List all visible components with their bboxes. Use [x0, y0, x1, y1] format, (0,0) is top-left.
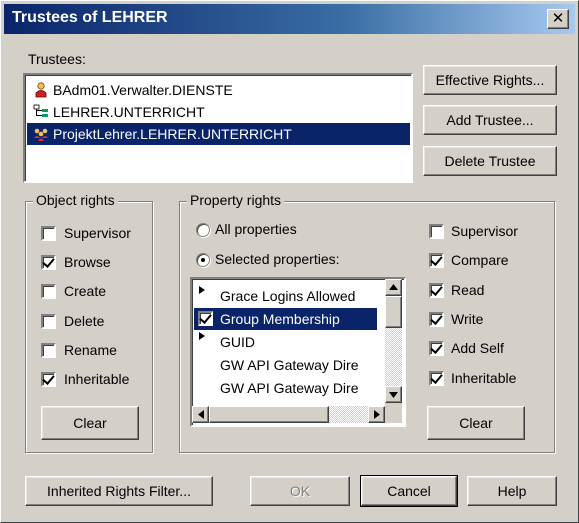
object-rename-checkbox[interactable] [41, 343, 56, 358]
property-supervisor-label: Supervisor [451, 223, 518, 239]
object-browse-checkbox[interactable] [41, 255, 56, 270]
property-inheritable-label: Inheritable [451, 370, 517, 386]
arrow-left-icon [198, 410, 204, 419]
property-write-checkbox[interactable] [429, 312, 444, 327]
object-browse-label: Browse [64, 254, 111, 270]
property-name: Group Membership [220, 311, 340, 327]
arrow-right-icon [374, 410, 380, 419]
property-item[interactable]: GUID [194, 331, 377, 353]
object-supervisor-checkbox[interactable] [41, 226, 56, 241]
object-supervisor-label: Supervisor [64, 225, 131, 241]
selected-properties-radio[interactable] [196, 253, 210, 267]
close-button[interactable]: ✕ [547, 9, 569, 29]
no-rights-marker-icon [199, 332, 205, 340]
object-inheritable-label: Inheritable [64, 371, 130, 387]
selected-properties-label: Selected properties: [215, 251, 340, 267]
property-read-label: Read [451, 282, 485, 298]
property-write-label: Write [451, 311, 484, 327]
organizational-unit-icon [33, 104, 48, 117]
object-rename-label: Rename [64, 342, 117, 358]
cancel-button[interactable]: Cancel [360, 475, 458, 507]
trustee-name: LEHRER.UNTERRICHT [53, 104, 205, 120]
property-name: Grace Logins Allowed [220, 288, 356, 304]
effective-rights-button[interactable]: Effective Rights... [423, 65, 557, 95]
property-add-self-label: Add Self [451, 340, 504, 356]
trustee-item-lehrer[interactable]: LEHRER.UNTERRICHT [27, 101, 410, 123]
title-bar[interactable]: Trustees of LEHRER ✕ [4, 4, 575, 34]
trustee-item-badm01[interactable]: BAdm01.Verwalter.DIENSTE [27, 79, 410, 101]
horizontal-scroll-thumb[interactable] [209, 406, 329, 423]
trustees-label: Trustees: [28, 51, 86, 67]
trustees-list[interactable]: BAdm01.Verwalter.DIENSTE LEHRER.UNTERRIC… [23, 73, 413, 183]
property-add-self-checkbox[interactable] [429, 341, 444, 356]
object-inheritable-checkbox[interactable] [41, 372, 56, 387]
help-button[interactable]: Help [467, 476, 557, 506]
scroll-down-button[interactable] [385, 386, 402, 403]
scroll-right-button[interactable] [368, 406, 385, 423]
property-supervisor-checkbox[interactable] [429, 224, 444, 239]
property-inheritable-checkbox[interactable] [429, 371, 444, 386]
add-trustee-button[interactable]: Add Trustee... [423, 105, 557, 135]
property-compare-label: Compare [451, 252, 509, 268]
arrow-down-icon [389, 392, 398, 398]
arrow-up-icon [389, 284, 398, 290]
scroll-up-button[interactable] [385, 279, 402, 296]
user-icon [35, 82, 47, 98]
property-item[interactable]: GW API Gateway Dire [194, 354, 377, 376]
property-name: GW API Gateway Dire [220, 357, 359, 373]
property-clear-button[interactable]: Clear [427, 406, 525, 440]
ok-button[interactable]: OK [250, 476, 350, 506]
trustee-name: BAdm01.Verwalter.DIENSTE [53, 82, 233, 98]
vertical-scroll-thumb[interactable] [385, 296, 402, 328]
group-icon [34, 128, 48, 141]
scrollbar-corner [385, 403, 402, 423]
object-clear-button[interactable]: Clear [41, 406, 139, 440]
property-compare-checkbox[interactable] [429, 253, 444, 268]
property-read-checkbox[interactable] [429, 283, 444, 298]
delete-trustee-button[interactable]: Delete Trustee [423, 146, 557, 176]
object-rights-label: Object rights [33, 192, 118, 208]
window-title: Trustees of LEHRER [12, 9, 168, 26]
inherited-rights-filter-button[interactable]: Inherited Rights Filter... [25, 476, 213, 506]
trustee-item-projektlehrer[interactable]: ProjektLehrer.LEHRER.UNTERRICHT [27, 123, 410, 145]
all-properties-radio[interactable] [196, 223, 210, 237]
property-name: GUID [220, 334, 255, 350]
object-create-label: Create [64, 283, 107, 299]
property-has-rights-checkbox [198, 311, 213, 326]
trustees-dialog: Trustees of LEHRER ✕ Trustees: BAdm01.Ve… [0, 0, 579, 523]
object-create-checkbox[interactable] [41, 284, 56, 299]
object-delete-label: Delete [64, 313, 105, 329]
property-item-selected[interactable]: Group Membership [194, 308, 377, 330]
property-item[interactable]: GW API Gateway Dire [194, 377, 377, 399]
scroll-left-button[interactable] [192, 406, 209, 423]
trustee-name: ProjektLehrer.LEHRER.UNTERRICHT [53, 126, 292, 142]
all-properties-label: All properties [215, 221, 297, 237]
property-item[interactable]: Grace Logins Allowed [194, 285, 377, 307]
object-delete-checkbox[interactable] [41, 314, 56, 329]
property-rights-label: Property rights [187, 192, 285, 208]
properties-list[interactable]: Grace Logins Allowed Group Membership GU… [190, 277, 406, 427]
no-rights-marker-icon [199, 286, 205, 294]
property-name: GW API Gateway Dire [220, 380, 359, 396]
